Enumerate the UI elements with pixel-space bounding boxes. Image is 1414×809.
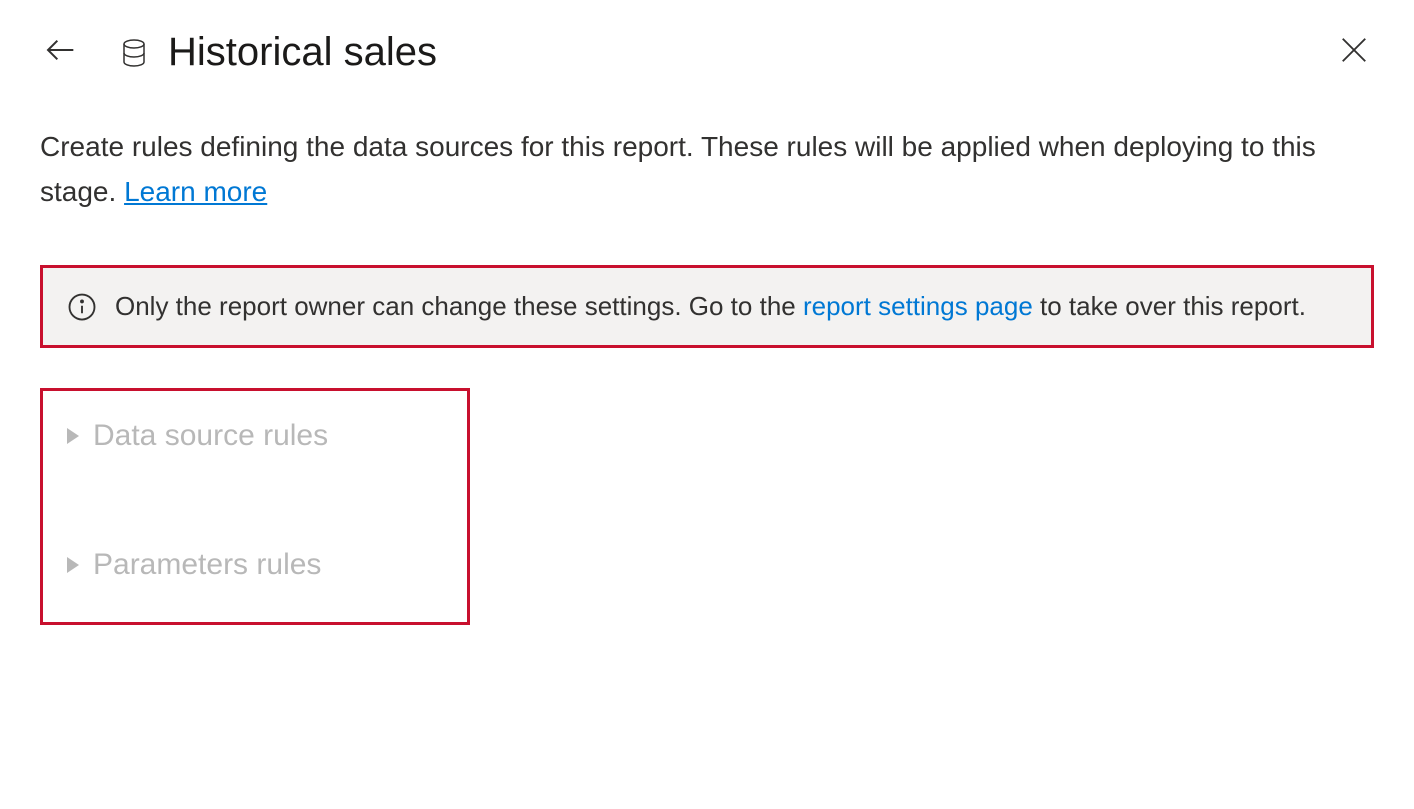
report-settings-link[interactable]: report settings page [803,291,1033,321]
back-button[interactable] [40,33,80,73]
learn-more-link[interactable]: Learn more [124,176,267,207]
parameters-rules-label: Parameters rules [93,548,321,582]
info-text: Only the report owner can change these s… [115,288,1306,326]
info-text-after: to take over this report. [1040,291,1306,321]
close-button[interactable] [1334,33,1374,73]
caret-right-icon [67,428,79,444]
database-icon [120,39,148,67]
arrow-left-icon [44,34,76,71]
close-icon [1339,35,1369,70]
data-source-rules-label: Data source rules [93,419,328,453]
owner-info-banner: Only the report owner can change these s… [40,265,1374,349]
caret-right-icon [67,557,79,573]
data-source-rules-section: Data source rules [67,419,443,453]
page-title: Historical sales [168,30,1334,75]
rules-sections: Data source rules Parameters rules [40,388,470,625]
info-icon [67,292,97,322]
description-text: Create rules defining the data sources f… [40,125,1374,215]
info-text-before: Only the report owner can change these s… [115,291,803,321]
parameters-rules-section: Parameters rules [67,548,443,582]
panel-header: Historical sales [40,30,1374,75]
